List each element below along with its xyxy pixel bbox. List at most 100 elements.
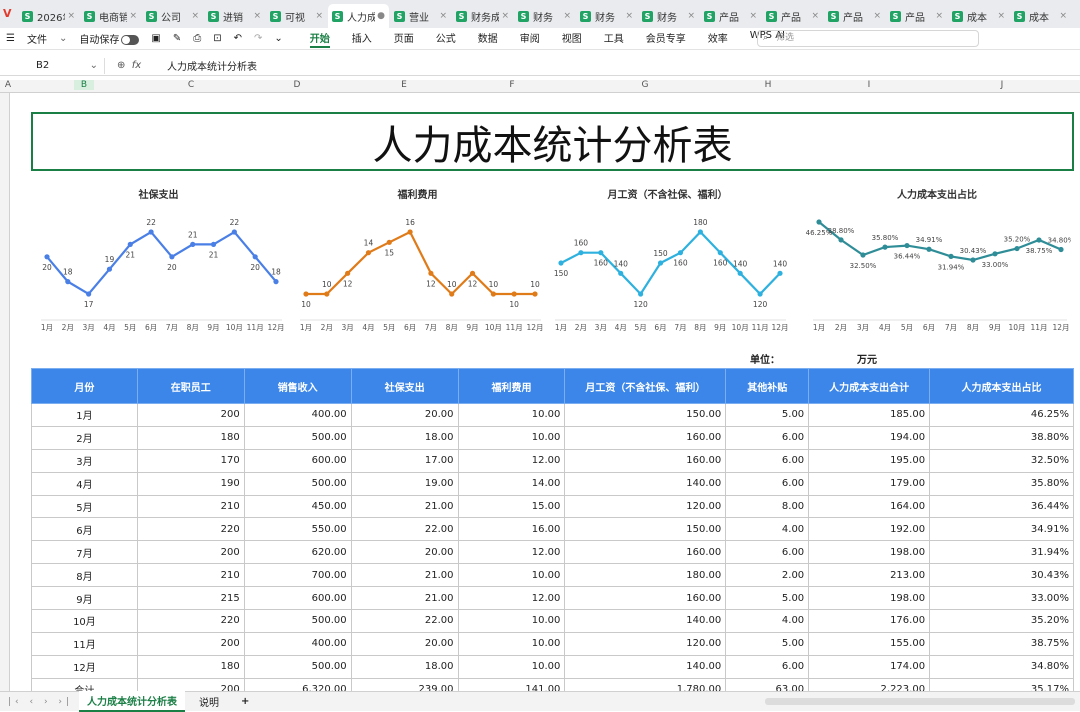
table-cell[interactable]: 620.00 <box>243 540 352 565</box>
table-cell[interactable]: 210 <box>136 494 245 519</box>
column-letter[interactable]: J <box>992 80 1012 90</box>
document-tab[interactable]: S 电商销售× <box>80 4 141 28</box>
menu-item[interactable]: 工具 <box>604 30 624 48</box>
data-point[interactable] <box>816 219 822 225</box>
table-cell[interactable]: 179.00 <box>808 471 931 496</box>
column-letter[interactable]: D <box>287 80 307 90</box>
data-point[interactable] <box>386 239 392 245</box>
table-cell[interactable]: 200 <box>136 403 245 427</box>
document-tab[interactable]: S 人力成 ● <box>328 4 389 28</box>
column-header-cell[interactable]: 人力成本支出占比 <box>929 368 1074 404</box>
table-cell[interactable]: 6月 <box>31 517 138 542</box>
data-point[interactable] <box>303 291 309 297</box>
column-letter[interactable]: B <box>74 80 94 90</box>
close-icon[interactable]: × <box>1059 11 1067 21</box>
table-cell[interactable]: 600.00 <box>243 448 352 473</box>
data-point[interactable] <box>926 246 932 252</box>
menu-icon[interactable]: ☰ <box>6 33 15 44</box>
close-icon[interactable]: × <box>625 11 633 21</box>
table-cell[interactable]: 10.00 <box>457 403 566 427</box>
wps-logo-icon[interactable]: V <box>3 7 12 20</box>
table-cell[interactable]: 200 <box>136 631 245 656</box>
data-point[interactable] <box>677 250 684 256</box>
chevron-down-icon[interactable]: ⌄ <box>90 58 98 74</box>
table-cell[interactable]: 213.00 <box>808 563 931 588</box>
column-letter[interactable]: E <box>394 80 414 90</box>
table-cell[interactable]: 6.00 <box>725 425 810 450</box>
table-cell[interactable]: 400.00 <box>243 403 352 427</box>
table-cell[interactable]: 140.00 <box>564 471 727 496</box>
close-icon[interactable]: × <box>501 11 509 21</box>
column-header-cell[interactable]: 月工资（不含社保、福利） <box>564 368 727 404</box>
table-cell[interactable]: 500.00 <box>243 471 352 496</box>
data-point[interactable] <box>860 252 866 258</box>
table-cell[interactable]: 5月 <box>31 494 138 519</box>
data-point[interactable] <box>598 250 604 256</box>
menu-item[interactable]: 数据 <box>478 30 498 48</box>
column-header-cell[interactable]: 在职员工 <box>136 368 245 404</box>
sheet-tab-notes[interactable]: 说明 <box>191 692 227 711</box>
column-letter[interactable]: A <box>0 80 18 90</box>
document-tab[interactable]: S 成本 × <box>1010 4 1071 28</box>
add-sheet-button[interactable]: + <box>233 694 257 709</box>
table-cell[interactable]: 12月 <box>31 654 138 679</box>
table-cell[interactable]: 38.75% <box>929 631 1074 656</box>
table-cell[interactable]: 31.94% <box>929 540 1074 565</box>
table-cell[interactable]: 4月 <box>31 471 138 496</box>
close-icon[interactable]: × <box>315 11 323 21</box>
data-point[interactable] <box>992 251 998 257</box>
close-icon[interactable]: × <box>129 11 137 21</box>
table-cell[interactable]: 16.00 <box>457 517 566 542</box>
document-tab[interactable]: S 2026年× <box>18 4 79 28</box>
column-header-cell[interactable]: 人力成本支出合计 <box>808 368 931 404</box>
data-point[interactable] <box>511 291 517 297</box>
table-cell[interactable]: 9月 <box>31 586 138 611</box>
close-icon[interactable]: × <box>935 11 943 21</box>
chart-welfare[interactable]: 福利费用 10 1月 10 2月 12 3月 14 4月 15 5月 16 6月 12 7月 10 8月 12 9月… <box>290 182 545 332</box>
table-cell[interactable]: 10.00 <box>457 654 566 679</box>
column-letter[interactable]: I <box>859 80 879 90</box>
table-cell[interactable]: 220 <box>136 609 245 633</box>
table-cell[interactable]: 35.80% <box>929 471 1074 496</box>
table-cell[interactable]: 450.00 <box>243 494 352 519</box>
table-cell[interactable]: 198.00 <box>808 540 931 565</box>
document-tab[interactable]: S 财务成本× <box>452 4 513 28</box>
autosave-toggle[interactable] <box>121 35 140 45</box>
table-cell[interactable]: 200 <box>136 540 245 565</box>
table-cell[interactable]: 220 <box>136 517 245 542</box>
close-icon[interactable]: ● <box>377 11 385 21</box>
table-cell[interactable]: 160.00 <box>564 540 727 565</box>
search-input[interactable]: ⌕ 筛选 <box>757 30 979 47</box>
data-point[interactable] <box>324 291 330 297</box>
table-cell[interactable]: 8月 <box>31 563 138 588</box>
table-cell[interactable]: 500.00 <box>243 654 352 679</box>
table-cell[interactable]: 180 <box>136 654 245 679</box>
table-cell[interactable]: 160.00 <box>564 586 727 611</box>
print-preview-icon[interactable]: ⊡ <box>213 33 221 44</box>
table-cell[interactable]: 33.00% <box>929 586 1074 611</box>
data-point[interactable] <box>44 254 50 260</box>
table-cell[interactable]: 35.20% <box>929 609 1074 633</box>
name-box[interactable]: B2 ⌄ <box>0 57 105 74</box>
table-cell[interactable]: 10.00 <box>457 425 566 450</box>
redo-icon[interactable]: ↷ <box>254 33 262 44</box>
table-cell[interactable]: 19.00 <box>350 471 459 496</box>
chart-salary[interactable]: 月工资（不含社保、福利） 150 1月 160 2月 160 3月 140 4月 120 5月 150… <box>545 182 790 332</box>
table-cell[interactable]: 400.00 <box>243 631 352 656</box>
close-icon[interactable]: × <box>997 11 1005 21</box>
chart-social-security[interactable]: 社保支出 20 1月 18 2月 17 3月 19 4月 21 5月 22 6月 20 7月 21 8月 21 9月… <box>31 182 286 332</box>
data-point[interactable] <box>558 260 564 266</box>
document-tab[interactable]: S 公司 × <box>142 4 203 28</box>
document-tab[interactable]: S 产品 × <box>762 4 823 28</box>
data-point[interactable] <box>252 254 258 260</box>
document-tab[interactable]: S 进销 × <box>204 4 265 28</box>
chart-cost-ratio[interactable]: 人力成本支出占比 46.25% 1月 38.80% 2月 32.50% 3月 35.80% 4月… <box>803 182 1075 332</box>
document-tab[interactable]: S 营业 × <box>390 4 451 28</box>
table-cell[interactable]: 170 <box>136 448 245 473</box>
table-cell[interactable]: 6.00 <box>725 540 810 565</box>
table-cell[interactable]: 34.91% <box>929 517 1074 542</box>
document-tab[interactable]: S 产品 × <box>824 4 885 28</box>
data-point[interactable] <box>717 250 723 256</box>
data-point[interactable] <box>86 291 92 297</box>
table-cell[interactable]: 14.00 <box>457 471 566 496</box>
